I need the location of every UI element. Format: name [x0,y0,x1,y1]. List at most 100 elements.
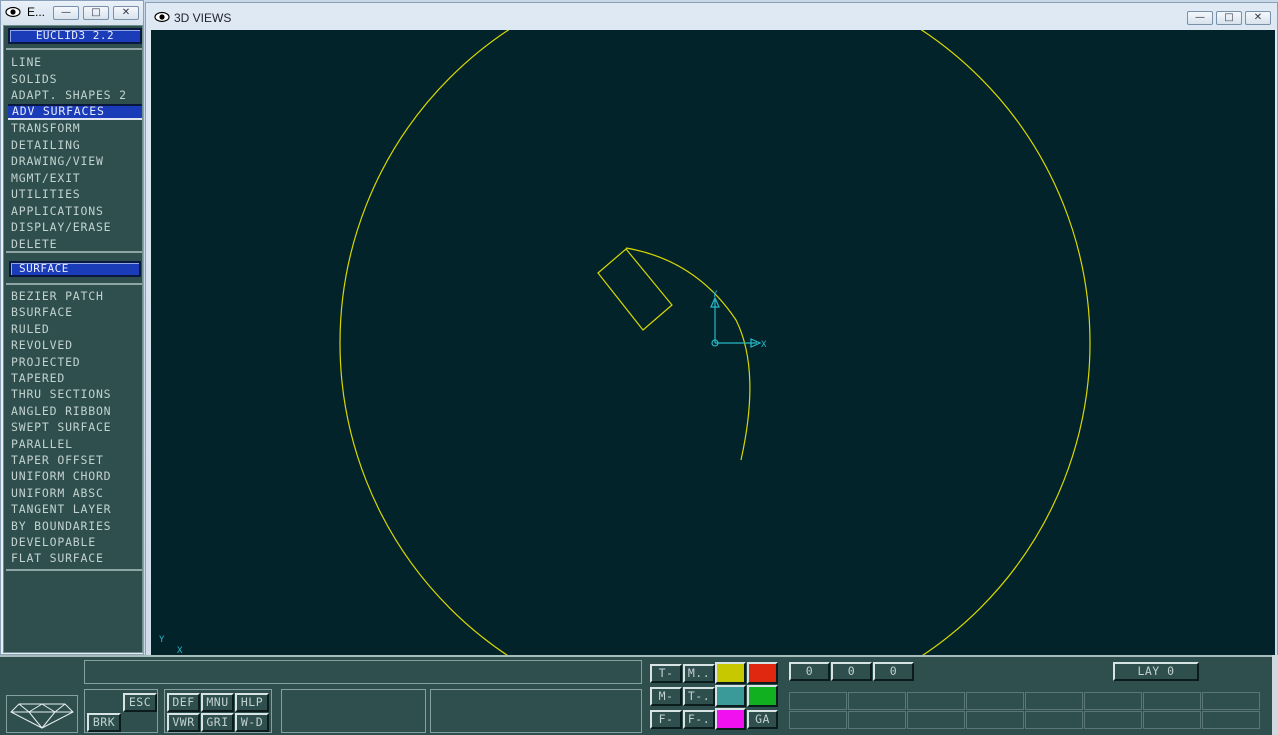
submenu-title: SURFACE [9,261,141,277]
bottom-panel: ESC BRK DEF MNU HLP VWR GRI W-D T- M.. M… [0,655,1272,735]
surface-item-by-boundaries[interactable]: BY BOUNDARIES [11,518,141,534]
menu-item-adapt-shapes-2[interactable]: ADAPT. SHAPES 2 [11,87,141,103]
counter-2: 0 [831,662,872,681]
menu-item-solids[interactable]: SOLIDS [11,71,141,87]
menu-item-applications[interactable]: APPLICATIONS [11,203,141,219]
diamond-icon [10,703,74,729]
close-button[interactable]: ✕ [1245,11,1271,25]
status-cell [1084,711,1142,729]
3d-viewport[interactable]: Y X Y X [151,0,1275,719]
command-line[interactable] [84,660,642,684]
menu-divider [6,283,142,285]
message-panel [281,689,426,733]
surface-item-projected[interactable]: PROJECTED [11,354,141,370]
surface-item-bezier-patch[interactable]: BEZIER PATCH [11,288,141,304]
ga-button[interactable]: GA [747,710,778,729]
prompt-panel [430,689,642,733]
mnu-button[interactable]: MNU [201,693,234,712]
brk-button[interactable]: BRK [87,713,121,732]
function-panel: DEF MNU HLP VWR GRI W-D [164,689,272,733]
status-cell [1025,692,1083,710]
minimize-button[interactable]: — [1187,11,1213,25]
status-cell [1202,711,1260,729]
color-swatch-red[interactable] [747,662,778,684]
surface-item-angled-ribbon[interactable]: ANGLED RIBBON [11,403,141,419]
mode-button-m-minus[interactable]: M- [650,687,682,706]
surface-item-parallel[interactable]: PARALLEL [11,436,141,452]
color-swatch-magenta[interactable] [715,708,746,730]
surface-item-ruled[interactable]: RULED [11,321,141,337]
surface-item-tapered[interactable]: TAPERED [11,370,141,386]
status-cell [1202,692,1260,710]
def-button[interactable]: DEF [167,693,200,712]
mode-button-f-dot[interactable]: F-. [683,710,715,729]
status-cell [966,711,1024,729]
esc-button[interactable]: ESC [123,693,157,712]
status-cell [789,692,847,710]
eye-icon [154,11,170,23]
status-cell [1084,692,1142,710]
menu-item-line[interactable]: LINE [11,54,141,70]
close-button[interactable]: ✕ [113,6,139,20]
status-cell [907,692,965,710]
rectangle-outline [597,248,673,331]
mode-button-t-dot[interactable]: T-. [683,687,715,706]
maximize-button[interactable]: □ [83,6,109,20]
menu-item-utilities[interactable]: UTILITIES [11,186,141,202]
corner-y-label: Y [159,635,165,645]
view-titlebar[interactable]: 3D VIEWS — □ ✕ [146,3,1277,31]
maximize-button[interactable]: □ [1216,11,1242,25]
surface-item-uniform-chord[interactable]: UNIFORM CHORD [11,468,141,484]
menu-item-transform[interactable]: TRANSFORM [11,120,141,136]
menu-item-delete[interactable]: DELETE [11,236,141,252]
surface-item-uniform-absc[interactable]: UNIFORM ABSC [11,485,141,501]
vwr-button[interactable]: VWR [167,713,200,732]
surface-item-flat-surface[interactable]: FLAT SURFACE [11,550,141,566]
color-swatch-teal[interactable] [715,685,746,707]
surface-item-thru-sections[interactable]: THRU SECTIONS [11,386,141,402]
color-swatch-yellow[interactable] [715,662,746,684]
viewport-canvas[interactable]: Y X Y X [151,0,1275,719]
layer-button[interactable]: LAY 0 [1113,662,1199,681]
status-cell [789,711,847,729]
menu-item-detailing[interactable]: DETAILING [11,137,141,153]
hlp-button[interactable]: HLP [235,693,269,712]
mode-button-m[interactable]: M.. [683,664,715,683]
mode-button-f[interactable]: F- [650,710,682,729]
minimize-button[interactable]: — [53,6,79,20]
view-window: 3D VIEWS — □ ✕ Y X Y X [145,0,1278,719]
menu-item-drawing-view[interactable]: DRAWING/VIEW [11,153,141,169]
menu-divider [6,251,142,253]
eye-icon [5,6,21,18]
view-window-title: 3D VIEWS [174,11,232,25]
logo-panel [6,695,78,733]
surface-item-developable[interactable]: DEVELOPABLE [11,534,141,550]
menu-window: E... — □ ✕ EUCLID3 2.2 LINE SOLIDS ADAPT. … [0,0,144,655]
axis-x-label: X [761,340,767,350]
axis-y-label: Y [712,290,718,300]
mode-button-t[interactable]: T- [650,664,682,683]
color-swatch-green[interactable] [747,685,778,707]
counter-3: 0 [873,662,914,681]
wd-button[interactable]: W-D [235,713,269,732]
app-version-label: EUCLID3 2.2 [8,28,142,44]
menu-item-mgmt-exit[interactable]: MGMT/EXIT [11,170,141,186]
counter-1: 0 [789,662,830,681]
menu-titlebar[interactable]: E... — □ ✕ [1,1,143,25]
status-cell [1025,711,1083,729]
vertical-scrollbar[interactable] [1272,655,1278,735]
surface-item-bsurface[interactable]: BSURFACE [11,304,141,320]
esc-brk-panel: ESC BRK [84,689,158,733]
menu-item-adv-surfaces[interactable]: ADV SURFACES [8,103,142,120]
status-cell [1143,711,1201,729]
status-cell [848,711,906,729]
status-cell [848,692,906,710]
surface-item-taper-offset[interactable]: TAPER OFFSET [11,452,141,468]
menu-divider [6,48,142,50]
gri-button[interactable]: GRI [201,713,234,732]
surface-item-revolved[interactable]: REVOLVED [11,337,141,353]
menu-item-display-erase[interactable]: DISPLAY/ERASE [11,219,141,235]
status-cell [966,692,1024,710]
surface-item-swept-surface[interactable]: SWEPT SURFACE [11,419,141,435]
surface-item-tangent-layer[interactable]: TANGENT LAYER [11,501,141,517]
